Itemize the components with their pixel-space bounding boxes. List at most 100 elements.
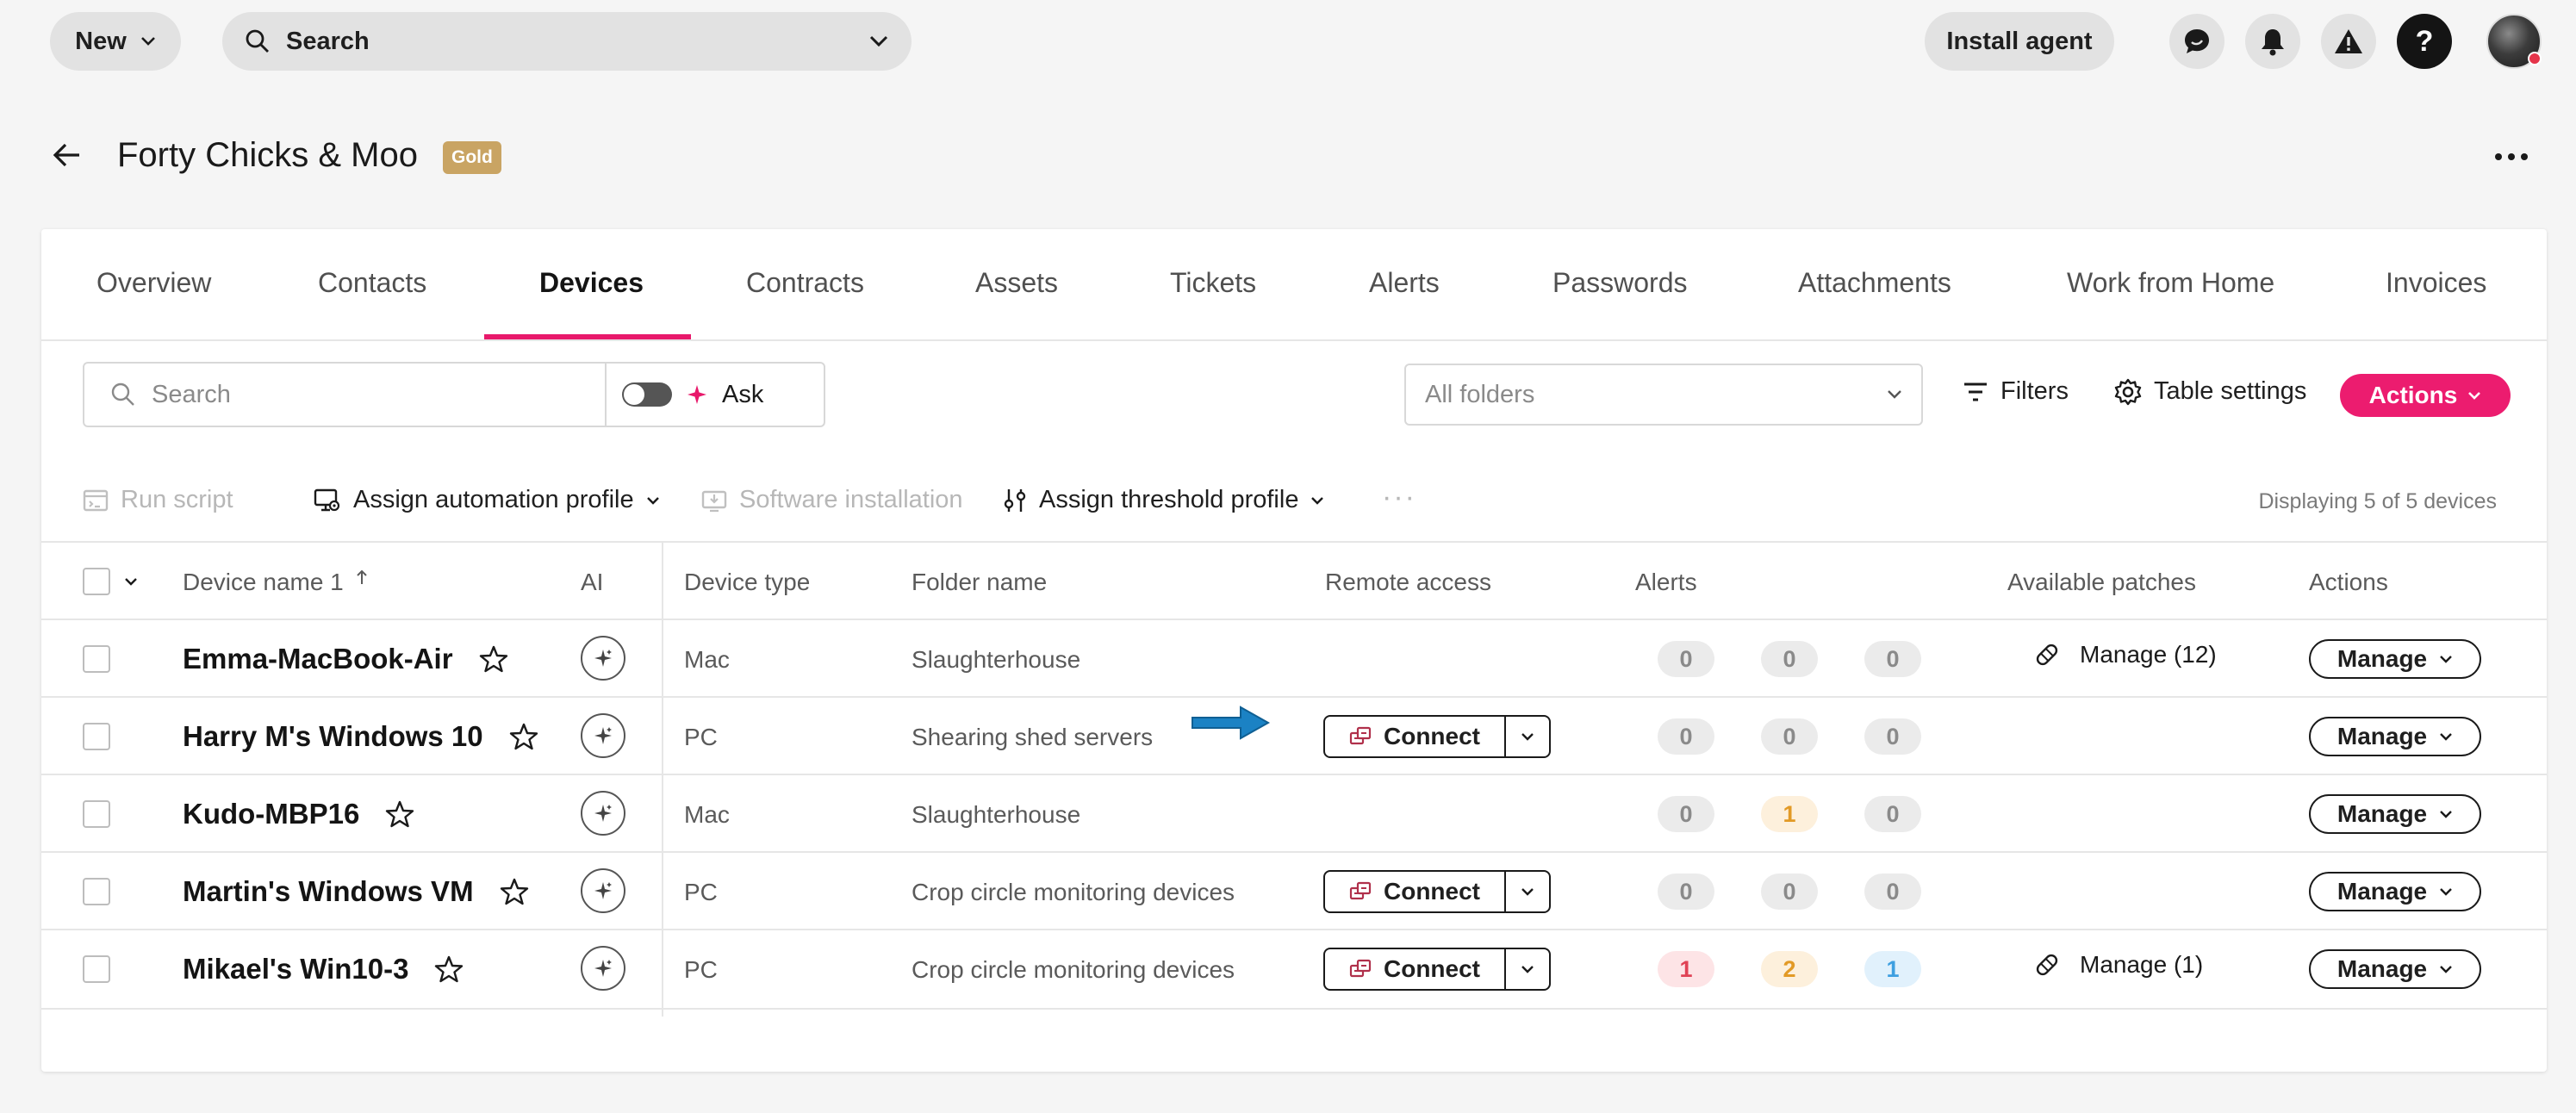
manage-button[interactable]: Manage xyxy=(2309,639,2481,679)
install-agent-button[interactable]: Install agent xyxy=(1925,12,2114,71)
connect-options-button[interactable] xyxy=(1506,872,1549,911)
more-options-icon[interactable] xyxy=(2495,153,2528,160)
connect-button[interactable]: Connect xyxy=(1325,872,1506,911)
tab-alerts[interactable]: Alerts xyxy=(1369,267,1440,299)
tab-contacts[interactable]: Contacts xyxy=(318,267,426,299)
ai-button[interactable] xyxy=(581,868,625,913)
alert-count-critical[interactable]: 0 xyxy=(1658,796,1714,832)
table-row[interactable]: Emma-MacBook-Air Mac Slaughterhouse 0 0 … xyxy=(41,619,2547,696)
device-name[interactable]: Kudo-MBP16 xyxy=(183,798,359,830)
alert-count-critical[interactable]: 0 xyxy=(1658,874,1714,910)
device-name[interactable]: Mikael's Win10-3 xyxy=(183,953,409,986)
search-icon xyxy=(111,382,134,406)
device-name[interactable]: Emma-MacBook-Air xyxy=(183,643,453,675)
assign-threshold-profile-button[interactable]: Assign threshold profile xyxy=(1003,486,1324,514)
manage-patches-link[interactable]: Manage (12) xyxy=(2033,641,2217,668)
tab-work-from-home[interactable]: Work from Home xyxy=(2067,267,2274,299)
manage-button[interactable]: Manage xyxy=(2309,794,2481,834)
table-row[interactable]: Harry M's Windows 10 PC Shearing shed se… xyxy=(41,696,2547,774)
global-search[interactable]: Search xyxy=(222,12,912,71)
software-installation-button[interactable]: Software installation xyxy=(701,486,963,514)
alert-count-critical[interactable]: 1 xyxy=(1658,951,1714,987)
connect-button[interactable]: Connect xyxy=(1325,717,1506,756)
alert-count-info[interactable]: 1 xyxy=(1864,951,1921,987)
tab-tickets[interactable]: Tickets xyxy=(1170,267,1256,299)
star-icon[interactable] xyxy=(479,644,508,674)
column-alerts[interactable]: Alerts xyxy=(1635,569,1697,596)
row-checkbox[interactable] xyxy=(83,955,110,983)
warnings-button[interactable] xyxy=(2321,14,2376,69)
more-tools-button[interactable]: ··· xyxy=(1382,481,1416,514)
assign-automation-profile-button[interactable]: Assign automation profile xyxy=(314,486,660,514)
assign-automation-label: Assign automation profile xyxy=(353,486,634,513)
actions-button[interactable]: Actions xyxy=(2340,374,2511,417)
alert-count-info[interactable]: 0 xyxy=(1864,796,1921,832)
run-script-button[interactable]: Run script xyxy=(83,486,233,514)
chevron-down-icon xyxy=(646,496,659,505)
star-icon[interactable] xyxy=(500,877,529,906)
connect-options-button[interactable] xyxy=(1506,949,1549,989)
notifications-button[interactable] xyxy=(2245,14,2300,69)
row-checkbox[interactable] xyxy=(83,645,110,673)
folders-select[interactable]: All folders xyxy=(1404,364,1923,426)
ai-button[interactable] xyxy=(581,791,625,836)
column-device-name[interactable]: Device name 1 xyxy=(183,569,368,596)
alert-count-warning[interactable]: 2 xyxy=(1761,951,1818,987)
connect-options-button[interactable] xyxy=(1506,717,1549,756)
star-icon[interactable] xyxy=(434,954,464,984)
ai-button[interactable] xyxy=(581,946,625,991)
star-icon[interactable] xyxy=(509,722,538,751)
device-name[interactable]: Harry M's Windows 10 xyxy=(183,720,483,753)
device-name[interactable]: Martin's Windows VM xyxy=(183,875,474,908)
chat-button[interactable] xyxy=(2169,14,2224,69)
tab-overview[interactable]: Overview xyxy=(96,267,211,299)
alert-count-warning[interactable]: 0 xyxy=(1761,641,1818,677)
table-row[interactable]: Mikael's Win10-3 PC Crop circle monitori… xyxy=(41,929,2547,1006)
tab-attachments[interactable]: Attachments xyxy=(1798,267,1951,299)
star-icon[interactable] xyxy=(385,799,414,829)
column-folder-name[interactable]: Folder name xyxy=(912,569,1047,596)
ask-label[interactable]: Ask xyxy=(722,381,763,409)
manage-button[interactable]: Manage xyxy=(2309,872,2481,911)
chevron-down-icon[interactable] xyxy=(124,577,138,586)
device-type: Mac xyxy=(684,801,730,828)
alert-count-critical[interactable]: 0 xyxy=(1658,718,1714,755)
avatar[interactable] xyxy=(2486,14,2542,69)
alert-count-critical[interactable]: 0 xyxy=(1658,641,1714,677)
manage-button[interactable]: Manage xyxy=(2309,949,2481,989)
back-arrow-icon[interactable] xyxy=(52,140,83,171)
tab-invoices[interactable]: Invoices xyxy=(2386,267,2486,299)
column-device-type[interactable]: Device type xyxy=(684,569,810,596)
new-button[interactable]: New xyxy=(50,12,181,71)
alert-count-warning[interactable]: 0 xyxy=(1761,874,1818,910)
help-button[interactable]: ? xyxy=(2397,14,2452,69)
alert-count-info[interactable]: 0 xyxy=(1864,641,1921,677)
alert-count-info[interactable]: 0 xyxy=(1864,874,1921,910)
select-all-checkbox[interactable] xyxy=(83,568,110,595)
bandage-icon xyxy=(2036,954,2058,976)
tab-devices[interactable]: Devices xyxy=(539,267,644,299)
table-row[interactable]: Kudo-MBP16 Mac Slaughterhouse 0 1 0 Mana… xyxy=(41,774,2547,851)
manage-patches-link[interactable]: Manage (1) xyxy=(2033,951,2203,979)
alert-count-warning[interactable]: 0 xyxy=(1761,718,1818,755)
filters-button[interactable]: Filters xyxy=(1963,377,2069,406)
tab-assets[interactable]: Assets xyxy=(975,267,1058,299)
device-search-input[interactable]: Search xyxy=(84,364,607,426)
table-row[interactable]: Martin's Windows VM PC Crop circle monit… xyxy=(41,851,2547,929)
ai-button[interactable] xyxy=(581,636,625,681)
table-settings-button[interactable]: Table settings xyxy=(2114,377,2306,406)
ask-toggle[interactable] xyxy=(622,382,672,407)
tab-contracts[interactable]: Contracts xyxy=(746,267,864,299)
device-type: PC xyxy=(684,956,718,983)
manage-button[interactable]: Manage xyxy=(2309,717,2481,756)
table-settings-label: Table settings xyxy=(2154,377,2307,405)
ai-button[interactable] xyxy=(581,713,625,758)
alert-count-warning[interactable]: 1 xyxy=(1761,796,1818,832)
row-checkbox[interactable] xyxy=(83,723,110,750)
column-available-patches[interactable]: Available patches xyxy=(2007,569,2196,596)
row-checkbox[interactable] xyxy=(83,800,110,828)
row-checkbox[interactable] xyxy=(83,878,110,905)
connect-button[interactable]: Connect xyxy=(1325,949,1506,989)
alert-count-info[interactable]: 0 xyxy=(1864,718,1921,755)
tab-passwords[interactable]: Passwords xyxy=(1552,267,1688,299)
